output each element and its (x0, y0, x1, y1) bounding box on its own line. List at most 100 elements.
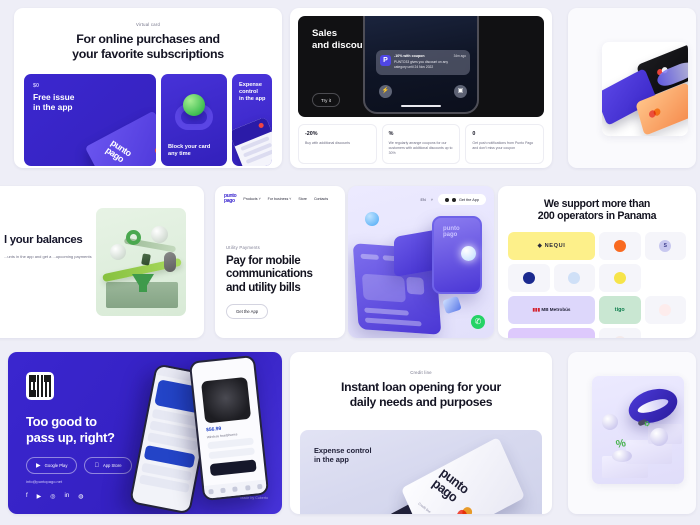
nav-item-contacts[interactable]: Contacts (314, 197, 328, 201)
case-card-utility-payments[interactable]: punto pago Products ˅ For business ˅ Sto… (215, 186, 345, 338)
abstract-image: % ✿ (592, 376, 684, 484)
tile-price: $0 (33, 83, 39, 89)
sales-hero: Sales and discounts P -10% with coupon P… (298, 16, 544, 117)
social-links: f ▶ ◎ in ◍ (26, 493, 83, 500)
operator-logo-addonlina[interactable]: Addonlina (508, 327, 595, 338)
utility-headline: Pay for mobile communications and utilit… (226, 253, 313, 294)
product-image-headphones (201, 376, 252, 424)
feature-key: 0 (472, 131, 476, 137)
balances-headline: l your balances (4, 234, 83, 246)
operators-headline: We support more than 200 operators in Pa… (537, 198, 657, 223)
down-arrow-icon (132, 274, 154, 292)
operator-logo[interactable] (508, 263, 550, 292)
scene-topbar: EN ˅ Get the App (420, 194, 486, 205)
google-play-icon: ▶ (36, 462, 41, 469)
bank-card-art: punto pago (84, 110, 156, 166)
get-the-app-button[interactable]: Get the App (437, 194, 486, 205)
contact-email[interactable]: info@puntopago.net (26, 479, 62, 484)
credit-line-headline: Instant loan opening for your daily need… (341, 380, 501, 409)
logo[interactable]: punto pago (224, 193, 237, 205)
phone-mockup-ios: $56.99 Wireless headphones (188, 354, 270, 502)
virtual-card-tiles: $0 Free issue in the app punto pago Bloc… (14, 62, 282, 166)
app-store-button[interactable]:  App Store (84, 457, 132, 474)
virtual-card-headline: For online purchases and your favorite s… (72, 32, 224, 61)
case-card-abstract-3d[interactable]: % ✿ (568, 352, 696, 514)
notification-body: PUNTO33 gives you discount on any catego… (394, 60, 449, 69)
tile-free-issue[interactable]: $0 Free issue in the app punto pago (24, 74, 156, 166)
camera-icon[interactable]: ▣ (454, 85, 467, 98)
notification-time: 34m ago (453, 54, 466, 58)
push-notification: P -10% with coupon PUNTO33 gives you dis… (376, 50, 470, 75)
case-card-virtual-card[interactable]: Virtual card For online purchases and yo… (14, 8, 282, 168)
operator-logo[interactable] (644, 295, 686, 324)
virtual-card-eyebrow: Virtual card (135, 22, 161, 27)
whatsapp-icon[interactable]: ◍ (78, 493, 83, 500)
case-card-payment-cards[interactable] (568, 8, 696, 168)
credit-line-photo: Expense control in the app Credit line C… (300, 430, 542, 514)
tile-title: Block your card any time (168, 144, 211, 157)
card-caption: Credit line (417, 501, 432, 514)
language-selector[interactable]: EN (420, 198, 425, 202)
white-credit-card: Credit line punto pago (400, 436, 526, 514)
operator-logo-nequi[interactable]: ◆ NEQUI (508, 231, 595, 260)
case-card-promo-download[interactable]: Too good to pass up, right? ▶ Google Pla… (8, 352, 282, 514)
balances-subtext: ...unts in the app and get a ...upcoming… (4, 254, 92, 259)
tile-block-card[interactable]: Block your card any time (161, 74, 227, 166)
coin-disc-3d (624, 383, 682, 429)
brand-mark: punto pago (443, 226, 460, 238)
mastercard-icon (455, 505, 474, 514)
operators-grid: ◆ NEQUI S ▮▮▮ MB Metrobús tigo (498, 223, 696, 338)
tile-expense-control[interactable]: Expense control in the app (232, 74, 272, 166)
operator-logo[interactable] (553, 263, 595, 292)
nav-item-products[interactable]: Products ˅ (243, 197, 260, 201)
feature-item: % We regularly arrange coupons for our c… (381, 124, 461, 164)
lockscreen-controls: ⚡ ▣ (379, 85, 467, 98)
case-card-sales-discounts[interactable]: Sales and discounts P -10% with coupon P… (290, 8, 552, 168)
get-the-app-label: Get the App (458, 197, 479, 202)
photo-label: Expense control in the app (314, 446, 372, 465)
instagram-icon[interactable]: ◎ (50, 493, 55, 500)
case-card-3d-phone-scene[interactable]: EN ˅ Get the App punto pago ✆ (348, 186, 494, 338)
green-sphere (183, 94, 205, 116)
operator-logo[interactable] (599, 231, 641, 260)
nav-item-for-business[interactable]: For business ˅ (268, 197, 292, 201)
whatsapp-icon[interactable]: ✆ (471, 315, 485, 329)
chevron-down-icon[interactable]: ˅ (431, 198, 433, 202)
glow-sphere (461, 246, 476, 261)
promo-headline: Too good to pass up, right? (26, 414, 115, 445)
feature-key: -20% (305, 131, 318, 137)
balance-scale-illustration (96, 208, 186, 316)
case-card-credit-line[interactable]: Credit line Instant loan opening for you… (290, 352, 552, 514)
get-the-app-button[interactable]: Get the App (226, 304, 269, 320)
qr-code[interactable] (26, 372, 54, 400)
sales-features: -20% Buy with additional discounts % We … (290, 117, 552, 164)
signal-icon (442, 295, 462, 315)
notification-title: -10% with coupon (394, 54, 425, 58)
tile-title: Expense control in the app (239, 82, 266, 102)
try-it-button[interactable]: Try it (312, 93, 341, 107)
case-card-operators[interactable]: We support more than 200 operators in Pa… (498, 186, 696, 338)
feature-value: Get push notifications from Punto Pago a… (472, 141, 534, 150)
operator-logo-tigo[interactable]: tigo (599, 295, 641, 324)
portfolio-board: Virtual card For online purchases and yo… (0, 0, 700, 525)
operator-logo[interactable]: S (644, 231, 686, 260)
utility-eyebrow: Utility Payments (226, 244, 261, 250)
feature-item: -20% Buy with additional discounts (298, 124, 377, 164)
phone-mockup: P -10% with coupon PUNTO33 gives you dis… (363, 16, 479, 114)
android-icon (451, 197, 456, 202)
add-to-cart-button[interactable] (209, 459, 257, 477)
operator-logo-metrobus[interactable]: ▮▮▮ MB Metrobús (508, 295, 595, 324)
flashlight-icon[interactable]: ⚡ (379, 85, 392, 98)
nav-item-store[interactable]: Store (298, 197, 307, 201)
case-card-balances[interactable]: l your balances ...unts in the app and g… (0, 186, 204, 338)
operator-logo[interactable] (599, 263, 641, 292)
facebook-icon[interactable]: f (26, 493, 28, 500)
operator-logo[interactable] (599, 327, 641, 338)
linkedin-icon[interactable]: in (65, 493, 70, 500)
google-play-button[interactable]: ▶ Google Play (26, 457, 78, 474)
store-buttons: ▶ Google Play  App Store (26, 457, 132, 474)
card-brand: punto pago (429, 464, 472, 505)
youtube-icon[interactable]: ▶ (37, 493, 42, 500)
apple-icon (444, 197, 449, 202)
feature-item: 0 Get push notifications from Punto Pago… (465, 124, 545, 164)
